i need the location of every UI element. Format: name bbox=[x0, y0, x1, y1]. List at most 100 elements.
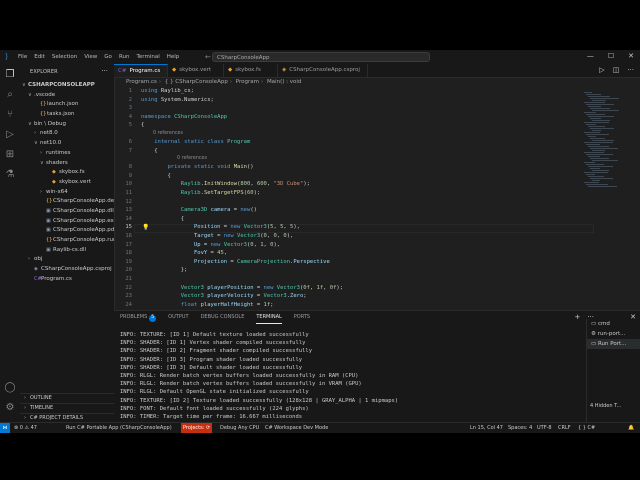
terminal-item-cmd[interactable]: ▭ cmd bbox=[587, 319, 640, 329]
menu-item-terminal[interactable]: Terminal bbox=[136, 54, 159, 60]
codelens-references[interactable]: 0 references bbox=[153, 131, 183, 136]
code-line[interactable]: Up = new Vector3(0, 1, 0), bbox=[141, 242, 280, 248]
tree-item[interactable]: ◆ skybox.fs bbox=[20, 168, 114, 178]
minimize-icon[interactable]: — bbox=[587, 52, 594, 60]
editor-scrollbar[interactable] bbox=[632, 88, 638, 310]
eol-status[interactable]: CRLF bbox=[558, 423, 571, 433]
search-icon[interactable]: ⌕ bbox=[4, 89, 16, 101]
account-icon[interactable]: ◯ bbox=[4, 382, 16, 394]
code-line[interactable]: Camera3D camera = new() bbox=[141, 207, 257, 213]
menu-item-run[interactable]: Run bbox=[119, 54, 130, 60]
menu-item-selection[interactable]: Selection bbox=[52, 54, 77, 60]
code-line[interactable]: Raylib.InitWindow(800, 600, "3D Cube"); bbox=[141, 181, 310, 187]
encoding-status[interactable]: UTF-8 bbox=[537, 423, 552, 433]
code-line[interactable]: { bbox=[141, 173, 170, 179]
terminal-output[interactable]: INFO: TEXTURE: [ID 1] Default texture lo… bbox=[120, 331, 580, 421]
cursor-position-status[interactable]: Ln 15, Col 47 bbox=[470, 423, 503, 433]
split-editor-icon[interactable]: ◫ bbox=[613, 64, 620, 77]
code-line[interactable]: Position = new Vector3(5, 5, 5), bbox=[141, 224, 300, 230]
tree-item[interactable]: {}launch.json bbox=[20, 100, 114, 110]
code-line[interactable]: Vector3 playerVelocity = Vector3.Zero; bbox=[141, 293, 307, 299]
tree-item[interactable]: ∨ net10.0 bbox=[20, 139, 114, 149]
language-status[interactable]: { } C# bbox=[578, 423, 595, 433]
tree-item[interactable]: ◆ skybox.vert bbox=[20, 178, 114, 188]
tab-problems[interactable]: PROBLEMS 5 bbox=[120, 314, 157, 324]
manage-gear-icon[interactable]: ⚙ bbox=[4, 402, 16, 414]
tab-skybox-vert[interactable]: ◆ skybox.vert bbox=[168, 64, 224, 77]
tree-item[interactable]: › runtimes bbox=[20, 149, 114, 159]
tab-output[interactable]: OUTPUT bbox=[168, 314, 188, 324]
code-line[interactable]: float playerHalfHeight = 1f; bbox=[141, 302, 274, 308]
tree-item[interactable]: ◈ CSharpConsoleApp.csproj bbox=[20, 265, 114, 275]
code-line[interactable]: { bbox=[141, 122, 144, 128]
testing-icon[interactable]: ⚗ bbox=[4, 169, 16, 181]
tree-item[interactable]: ∨ CSHARPCONSOLEAPP bbox=[20, 81, 114, 91]
tree-item[interactable]: ▣ CSharpConsoleApp.dll bbox=[20, 207, 114, 217]
terminal-item-run-port[interactable]: ⚙ run-port... bbox=[587, 329, 640, 339]
code-editor[interactable]: 1 using Raylib_cs; 2 using System.Numerics;… bbox=[114, 88, 640, 310]
remote-icon[interactable]: ⋈ bbox=[0, 423, 10, 433]
breadcrumb-file[interactable]: Program.cs bbox=[126, 79, 157, 85]
menu-item-help[interactable]: Help bbox=[167, 54, 180, 60]
tab-debug-console[interactable]: DEBUG CONSOLE bbox=[201, 314, 245, 324]
more-actions-icon[interactable]: ··· bbox=[627, 64, 634, 77]
tree-item[interactable]: ∨ .vscode bbox=[20, 91, 114, 101]
tree-item[interactable]: C#Program.cs bbox=[20, 275, 114, 285]
code-line[interactable]: Target = new Vector3(0, 0, 0), bbox=[141, 233, 293, 239]
debug-config-status[interactable]: Debug Any CPU bbox=[220, 423, 259, 433]
projects-status[interactable]: Projects: ⟳ bbox=[181, 423, 213, 433]
tree-item[interactable]: › win-x64 bbox=[20, 188, 114, 198]
more-actions-icon[interactable]: ··· bbox=[101, 67, 108, 75]
tree-item[interactable]: {}CSharpConsoleApp.deps... bbox=[20, 197, 114, 207]
run-app-status[interactable]: Run C# Portable App (CSharpConsoleApp) bbox=[66, 423, 172, 433]
code-line[interactable]: { bbox=[141, 216, 184, 222]
tab-csproj[interactable]: ◈ CSharpConsoleApp.csproj bbox=[278, 64, 368, 77]
indentation-status[interactable]: Spaces: 4 bbox=[508, 423, 532, 433]
tree-item[interactable]: ▣ Raylib-cs.dll bbox=[20, 246, 114, 256]
code-line[interactable]: using System.Numerics; bbox=[141, 97, 214, 103]
tab-skybox-fs[interactable]: ◆ skybox.fs bbox=[224, 64, 278, 77]
terminal-item-run-port-active[interactable]: ▭ Run Port... bbox=[587, 339, 640, 349]
breadcrumb-method[interactable]: Main() : void bbox=[267, 79, 301, 85]
code-line[interactable]: using Raylib_cs; bbox=[141, 88, 194, 94]
codelens-references[interactable]: 0 references bbox=[177, 156, 207, 161]
menu-item-go[interactable]: Go bbox=[104, 54, 112, 60]
hidden-terminals-label[interactable]: 4 Hidden T... bbox=[590, 403, 621, 409]
menu-item-view[interactable]: View bbox=[84, 54, 97, 60]
tree-item[interactable]: {}tasks.json bbox=[20, 110, 114, 120]
code-line[interactable]: }; bbox=[141, 267, 188, 273]
code-line[interactable]: Vector3 playerPosition = new Vector3(0f,… bbox=[141, 285, 343, 291]
code-line[interactable]: Raylib.SetTargetFPS(60); bbox=[141, 190, 261, 196]
breadcrumb-namespace[interactable]: { } CSharpConsoleApp bbox=[165, 79, 228, 85]
menu-item-edit[interactable]: Edit bbox=[34, 54, 45, 60]
menu-item-file[interactable]: File bbox=[18, 54, 27, 60]
code-line[interactable]: namespace CSharpConsoleApp bbox=[141, 114, 227, 120]
timeline-section[interactable]: › TIMELINE bbox=[20, 403, 114, 413]
tab-program-cs[interactable]: C# Program.cs bbox=[114, 64, 168, 77]
tree-item[interactable]: › net8.0 bbox=[20, 129, 114, 139]
maximize-icon[interactable]: ☐ bbox=[608, 52, 614, 60]
tree-item[interactable]: ▣ CSharpConsoleApp.pdb bbox=[20, 226, 114, 236]
code-line[interactable]: FovY = 45, bbox=[141, 250, 227, 256]
explorer-icon[interactable]: ❐ bbox=[4, 69, 16, 81]
breadcrumb-class[interactable]: Program bbox=[236, 79, 259, 85]
code-line[interactable]: { bbox=[141, 148, 157, 154]
notifications-bell-icon[interactable]: 🔔 bbox=[628, 423, 634, 433]
tree-item[interactable]: ▣ CSharpConsoleApp.exe bbox=[20, 217, 114, 227]
run-debug-icon[interactable]: ▷ bbox=[4, 129, 16, 141]
code-line[interactable]: Projection = CameraProjection.Perspectiv… bbox=[141, 259, 330, 265]
tree-item[interactable]: {}CSharpConsoleApp.runti... bbox=[20, 236, 114, 246]
tree-item[interactable]: ∨ bin \ Debug bbox=[20, 120, 114, 130]
problems-status[interactable]: ⊗ 0 ⚠ 47 bbox=[14, 423, 37, 433]
extensions-icon[interactable]: ⊞ bbox=[4, 149, 16, 161]
source-control-icon[interactable]: ⑂ bbox=[4, 109, 16, 121]
tree-item[interactable]: ∨ shaders bbox=[20, 159, 114, 169]
tab-ports[interactable]: PORTS bbox=[294, 314, 310, 324]
tree-item[interactable]: › obj bbox=[20, 255, 114, 265]
command-center-search[interactable]: CSharpConsoleApp bbox=[212, 52, 430, 62]
minimap[interactable] bbox=[580, 88, 630, 310]
outline-section[interactable]: › OUTLINE bbox=[20, 393, 114, 403]
workspace-mode-status[interactable]: C# Workspace Dev Mode bbox=[265, 423, 328, 433]
tab-terminal[interactable]: TERMINAL bbox=[256, 314, 282, 324]
code-line[interactable]: internal static class Program bbox=[141, 139, 250, 145]
